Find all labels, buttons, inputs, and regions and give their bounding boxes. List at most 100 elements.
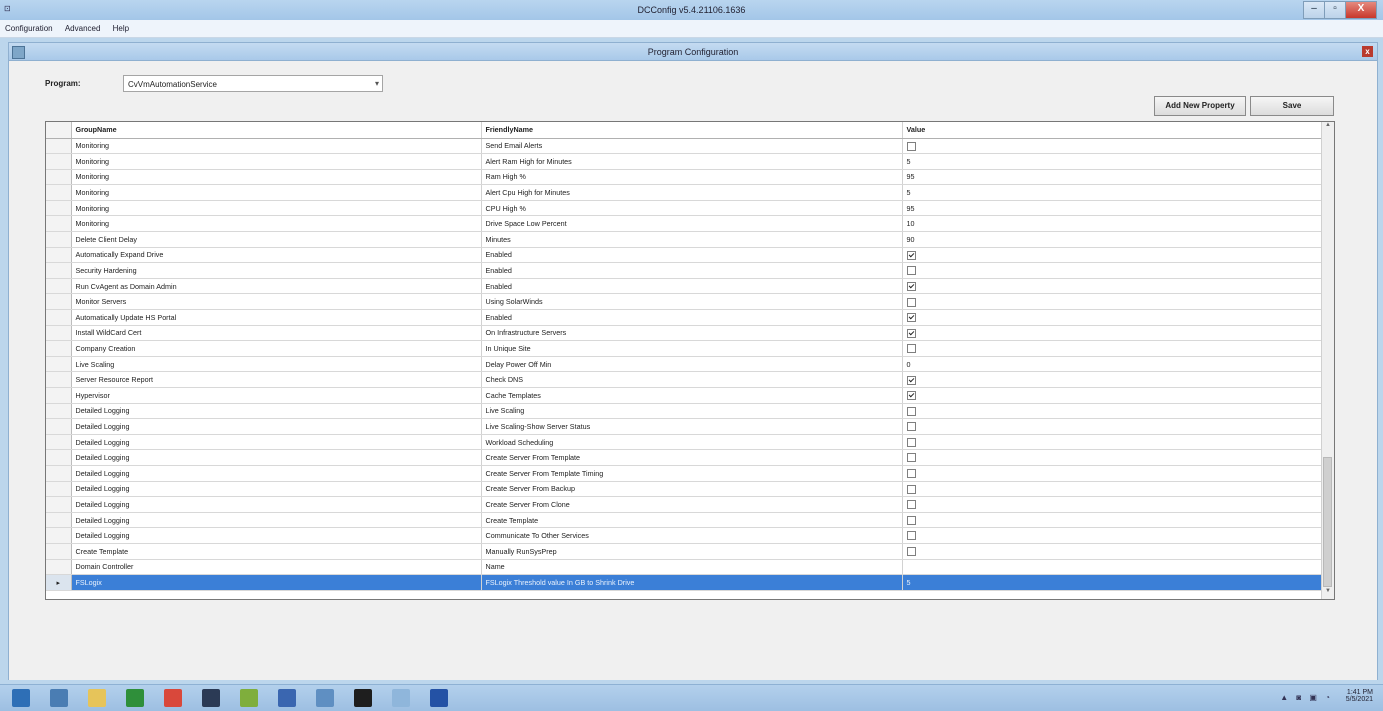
config-app-icon[interactable] [316,689,334,707]
menu-help[interactable]: Help [108,20,134,33]
cell-groupname[interactable]: Detailed Logging [71,481,482,498]
cell-value[interactable]: 0 [902,356,1323,373]
table-row[interactable]: Detailed Logging Create Template [46,512,1323,529]
table-row[interactable]: Monitoring Drive Space Low Percent 10 [46,215,1323,233]
table-row[interactable]: Automatically Expand Drive Enabled [46,247,1323,264]
cell-value[interactable] [902,465,1323,482]
cell-value[interactable]: 90 [902,231,1323,248]
cell-value[interactable] [902,512,1323,529]
cell-value[interactable] [902,418,1323,435]
chevron-down-icon[interactable]: ▾ [375,79,379,88]
row-header[interactable] [46,184,72,201]
cell-value[interactable] [902,527,1323,544]
menu-configuration[interactable]: Configuration [0,20,58,33]
cell-friendlyname[interactable]: Live Scaling-Show Server Status [481,418,903,435]
cell-value[interactable] [902,262,1323,279]
cell-groupname[interactable]: Automatically Expand Drive [71,247,482,264]
row-header[interactable] [46,543,72,560]
checkbox-unchecked[interactable] [906,406,916,416]
row-header[interactable] [46,138,72,155]
checkbox-unchecked[interactable] [906,484,916,494]
row-header[interactable] [46,169,72,186]
cell-friendlyname[interactable]: Enabled [481,278,903,295]
cell-value[interactable] [902,340,1323,357]
chrome-icon[interactable] [164,689,182,707]
add-new-property-button[interactable]: Add New Property [1154,96,1246,116]
cell-groupname[interactable]: Detailed Logging [71,496,482,513]
clock[interactable]: 1:41 PM 5/5/2021 [1346,689,1373,703]
cell-value[interactable] [902,309,1323,326]
table-row[interactable]: Detailed Logging Create Server From Templ… [46,449,1323,466]
vertical-scrollbar[interactable]: ▲ ▼ [1321,122,1334,599]
table-row[interactable]: Detailed Logging Create Server From Templ… [46,465,1323,482]
cell-friendlyname[interactable]: Communicate To Other Services [481,527,903,544]
scroll-up-icon[interactable]: ▲ [1322,122,1334,133]
column-header-groupname[interactable]: GroupName [71,122,482,139]
scrollbar-thumb[interactable] [1323,457,1332,587]
checkbox-unchecked[interactable] [906,141,916,151]
cell-value[interactable]: 10 [902,215,1323,233]
row-header[interactable] [46,200,72,217]
row-header[interactable] [46,496,72,513]
cell-groupname[interactable]: Monitoring [71,215,482,233]
row-header[interactable] [46,231,72,248]
scroll-down-icon[interactable]: ▼ [1322,588,1334,599]
table-row[interactable]: Detailed Logging Create Server From Clone [46,496,1323,513]
table-row[interactable]: Monitoring Alert Ram High for Minutes 5 [46,153,1323,170]
cell-value[interactable] [902,449,1323,466]
cell-groupname[interactable]: Detailed Logging [71,434,482,451]
cell-friendlyname[interactable]: Enabled [481,309,903,326]
row-header[interactable]: ▸ [46,574,72,591]
row-header[interactable] [46,293,72,311]
blue-app-icon[interactable] [430,689,448,707]
row-header[interactable] [46,527,72,544]
cell-friendlyname[interactable]: Name [481,559,903,576]
cell-value[interactable] [902,278,1323,295]
checkbox-unchecked[interactable] [906,422,916,432]
row-header[interactable] [46,449,72,466]
cell-groupname[interactable]: Create Template [71,543,482,560]
users-app-icon[interactable] [278,689,296,707]
cell-groupname[interactable]: Company Creation [71,340,482,357]
checkbox-unchecked[interactable] [906,500,916,510]
row-header[interactable] [46,512,72,529]
cell-groupname[interactable]: Detailed Logging [71,512,482,529]
checkbox-unchecked[interactable] [906,515,916,525]
cell-groupname[interactable]: Hypervisor [71,387,482,404]
maximize-button[interactable]: ▫ [1324,1,1346,19]
cell-value[interactable] [902,247,1323,264]
row-header[interactable] [46,559,72,576]
cell-friendlyname[interactable]: Cache Templates [481,387,903,404]
column-header-friendlyname[interactable]: FriendlyName [481,122,903,139]
checkbox-unchecked[interactable] [906,453,916,463]
table-row[interactable]: Delete Client Delay Minutes 90 [46,231,1323,248]
cell-groupname[interactable]: Monitoring [71,169,482,186]
windows-start-icon[interactable] [12,689,30,707]
cell-friendlyname[interactable]: Create Server From Template [481,449,903,466]
cell-value[interactable] [902,138,1323,155]
row-header[interactable] [46,356,72,373]
row-header[interactable] [46,418,72,435]
cell-value[interactable]: 5 [902,574,1323,591]
table-row[interactable]: Monitoring CPU High % 95 [46,200,1323,217]
cell-friendlyname[interactable]: Create Template [481,512,903,529]
checkbox-unchecked[interactable] [906,344,916,354]
cell-friendlyname[interactable]: Workload Scheduling [481,434,903,451]
table-row[interactable]: Detailed Logging Communicate To Other Ser… [46,527,1323,544]
checkbox-checked[interactable] [906,328,916,338]
close-button[interactable]: X [1345,1,1377,19]
row-header[interactable] [46,403,72,420]
table-row[interactable]: Detailed Logging Workload Scheduling [46,434,1323,451]
table-row[interactable]: Hypervisor Cache Templates [46,387,1323,404]
cell-friendlyname[interactable]: Delay Power Off Min [481,356,903,373]
search-app-icon[interactable] [392,689,410,707]
cell-groupname[interactable]: Monitoring [71,138,482,155]
checkbox-checked[interactable] [906,281,916,291]
row-header[interactable] [46,309,72,326]
cell-groupname[interactable]: Monitor Servers [71,293,482,311]
cell-friendlyname[interactable]: Enabled [481,262,903,279]
table-row[interactable]: ▸ FSLogix FSLogix Threshold value In GB to… [46,574,1323,591]
row-header[interactable] [46,215,72,233]
cell-friendlyname[interactable]: Ram High % [481,169,903,186]
row-header[interactable] [46,247,72,264]
